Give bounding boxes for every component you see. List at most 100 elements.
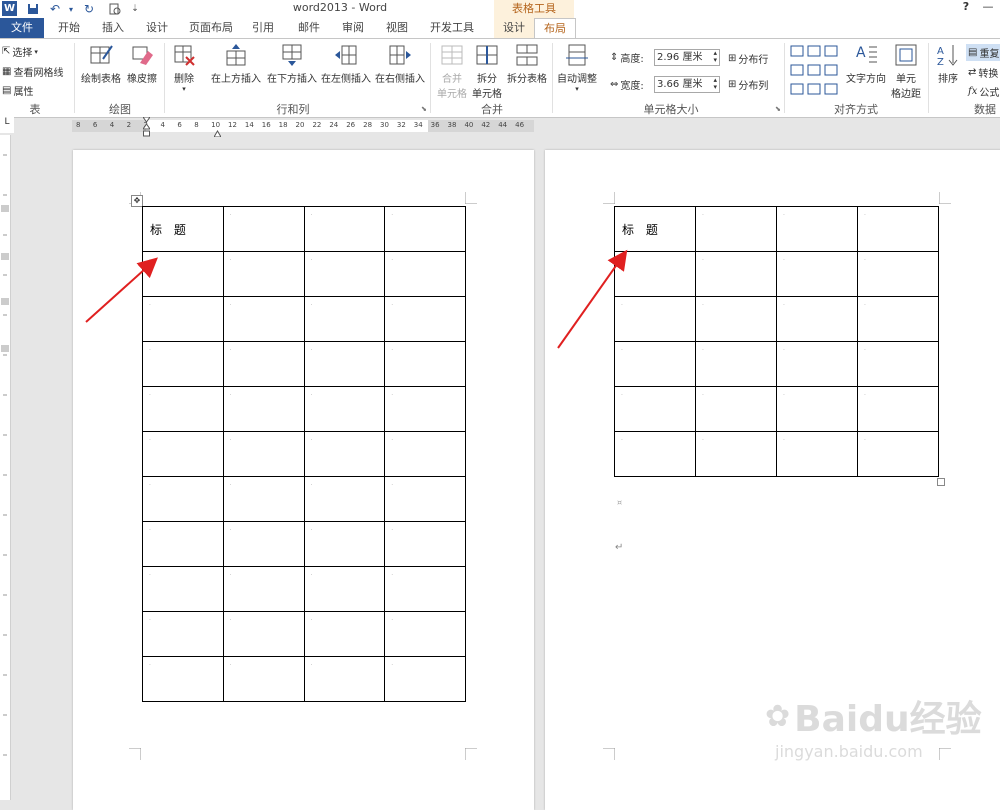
table-cell[interactable]: ·	[222, 566, 305, 612]
redo-icon[interactable]: ↻	[80, 1, 98, 17]
table-cell[interactable]: ·	[695, 206, 777, 252]
table-cell[interactable]: ·	[695, 431, 777, 477]
tab-view[interactable]: 视图	[380, 18, 414, 38]
table-cell[interactable]: ·	[222, 431, 305, 477]
table-cell[interactable]: ·	[222, 296, 305, 342]
tab-home[interactable]: 开始	[52, 18, 86, 38]
properties-button[interactable]: ▤ 属性	[2, 83, 33, 98]
table-cell[interactable]: ·	[614, 296, 696, 342]
insert-below-button[interactable]: 在下方插入	[264, 43, 320, 85]
column-marker-icon[interactable]	[213, 127, 222, 138]
table-cell[interactable]: ·	[695, 341, 777, 387]
table-cell[interactable]: ·	[303, 341, 386, 387]
table-cell[interactable]: ·	[222, 251, 305, 297]
table-cell[interactable]: ·	[303, 386, 386, 432]
table-cell[interactable]: ·	[384, 296, 466, 342]
table-cell[interactable]: ·	[776, 296, 858, 342]
width-spinbox[interactable]: 3.66 厘米 ▴ ▾	[654, 76, 720, 93]
vertical-ruler[interactable]	[0, 135, 11, 800]
table-cell[interactable]: ·	[142, 521, 224, 567]
save-icon[interactable]	[24, 1, 42, 17]
table-cell[interactable]: ·	[303, 431, 386, 477]
table-cell[interactable]: ·	[776, 251, 858, 297]
table-cell[interactable]: ·	[614, 341, 696, 387]
insert-right-button[interactable]: 在右侧插入	[372, 43, 428, 85]
table-cell[interactable]: ·	[857, 251, 939, 297]
left-table[interactable]: 标 题 · · · · · · · · · · · · · · · · · · · · · · · · · · · · · · · · · · · · ·…	[142, 206, 466, 702]
merge-cells-button[interactable]: 合并 单元格	[432, 43, 472, 100]
tab-references[interactable]: 引用	[246, 18, 280, 38]
tab-mailings[interactable]: 邮件	[292, 18, 326, 38]
table-cell[interactable]: ·	[776, 206, 858, 252]
draw-table-button[interactable]: 绘制表格	[78, 43, 124, 85]
right-table[interactable]: 标 题 · · · · · · · · · · · · · · · · · · · · · · ·	[614, 206, 939, 477]
print-preview-icon[interactable]	[106, 1, 124, 17]
table-cell[interactable]: ·	[384, 206, 466, 252]
distribute-columns-button[interactable]: ⊞ 分布列	[728, 77, 768, 92]
table-cell[interactable]: ·	[614, 251, 696, 297]
table-cell[interactable]: ·	[303, 566, 386, 612]
split-cells-button[interactable]: 拆分 单元格	[470, 43, 504, 100]
indent-marker-icon[interactable]	[142, 116, 151, 138]
table-cell[interactable]: ·	[303, 206, 386, 252]
tab-file[interactable]: 文件	[0, 18, 44, 38]
table-cell[interactable]: ·	[142, 431, 224, 477]
tab-table-design[interactable]: 设计	[494, 18, 534, 38]
table-cell[interactable]: 标 题	[142, 206, 224, 252]
table-cell[interactable]: ·	[303, 656, 386, 702]
table-cell[interactable]: ·	[303, 521, 386, 567]
table-cell[interactable]: ·	[384, 656, 466, 702]
table-cell[interactable]: ·	[857, 206, 939, 252]
table-cell[interactable]: ·	[142, 656, 224, 702]
delete-button[interactable]: 删除 ▾	[166, 43, 202, 93]
table-cell[interactable]: 标 题	[614, 206, 696, 252]
table-cell[interactable]: ·	[695, 296, 777, 342]
text-direction-button[interactable]: A 文字方向	[844, 43, 888, 85]
table-cell[interactable]: ·	[384, 431, 466, 477]
view-gridlines-button[interactable]: ▦ 查看网格线	[2, 64, 63, 79]
table-cell[interactable]: ·	[857, 386, 939, 432]
tab-selector[interactable]: L	[0, 117, 14, 133]
insert-left-button[interactable]: 在左侧插入	[318, 43, 374, 85]
tab-developer[interactable]: 开发工具	[426, 18, 478, 38]
table-cell[interactable]: ·	[222, 656, 305, 702]
eraser-button[interactable]: 橡皮擦	[124, 43, 160, 85]
spin-arrows-icon[interactable]: ▴ ▾	[713, 50, 717, 64]
table-cell[interactable]: ·	[303, 296, 386, 342]
table-cell[interactable]: ·	[222, 611, 305, 657]
select-button[interactable]: ⇱ 选择 ▾	[2, 44, 38, 59]
table-cell[interactable]: ·	[776, 431, 858, 477]
distribute-rows-button[interactable]: ⊞ 分布行	[728, 51, 768, 66]
table-cell[interactable]: ·	[303, 611, 386, 657]
table-cell[interactable]: ·	[384, 611, 466, 657]
table-cell[interactable]: ·	[142, 566, 224, 612]
table-cell[interactable]: ·	[303, 476, 386, 522]
insert-above-button[interactable]: 在上方插入	[208, 43, 264, 85]
table-cell[interactable]: ·	[142, 296, 224, 342]
repeat-header-button[interactable]: ▤ 重复	[966, 44, 1000, 61]
table-cell[interactable]: ·	[857, 431, 939, 477]
rows-cols-launcher-icon[interactable]: ⬊	[421, 105, 428, 113]
table-cell[interactable]: ·	[142, 611, 224, 657]
table-cell[interactable]: ·	[222, 386, 305, 432]
table-cell[interactable]: ·	[614, 431, 696, 477]
tab-page-layout[interactable]: 页面布局	[186, 18, 236, 38]
tab-design[interactable]: 设计	[140, 18, 174, 38]
table-cell[interactable]: ·	[222, 476, 305, 522]
table-cell[interactable]: ·	[222, 206, 305, 252]
document-page-1[interactable]: ✥ 标 题 · · · · · · · · · · · · · · · · · · · · · · · · · · · · · · · · · · ·…	[73, 150, 534, 810]
table-cell[interactable]: ·	[142, 386, 224, 432]
height-spinbox[interactable]: 2.96 厘米 ▴ ▾	[654, 49, 720, 66]
help-button[interactable]: ?	[958, 0, 974, 13]
table-cell[interactable]: ·	[384, 521, 466, 567]
table-cell[interactable]: ·	[384, 566, 466, 612]
table-cell[interactable]: ·	[384, 386, 466, 432]
table-cell[interactable]: ·	[303, 251, 386, 297]
table-cell[interactable]: ·	[384, 476, 466, 522]
undo-dropdown-icon[interactable]: ▾	[62, 1, 80, 17]
table-cell[interactable]: ·	[384, 341, 466, 387]
table-cell[interactable]: ·	[142, 251, 224, 297]
table-cell[interactable]: ·	[384, 251, 466, 297]
sort-button[interactable]: AZ 排序	[932, 43, 964, 85]
customize-qat-icon[interactable]: ⇣	[126, 1, 144, 17]
